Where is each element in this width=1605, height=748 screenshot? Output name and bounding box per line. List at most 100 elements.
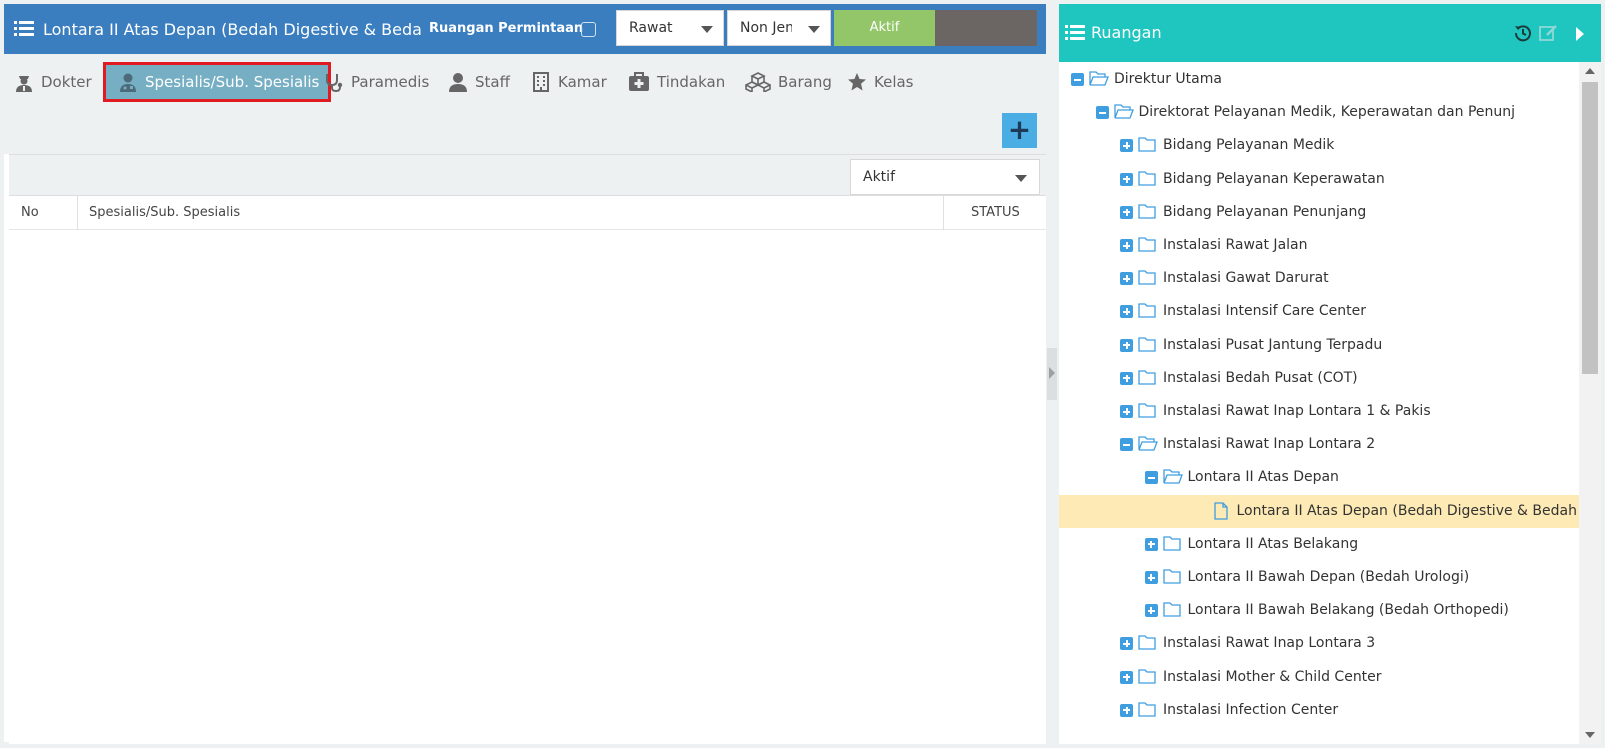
folder-icon: [1138, 270, 1156, 285]
tab-paramedis[interactable]: Paramedis: [324, 62, 429, 102]
tab-label: Kelas: [874, 73, 914, 91]
tree-node[interactable]: Lontara II Atas Belakang: [1059, 528, 1579, 561]
tree-node-label: Lontara II Atas Depan (Bedah Digestive &…: [1236, 502, 1580, 519]
tree-node[interactable]: Lontara II Atas Depan: [1059, 461, 1579, 494]
folder-icon: [1138, 303, 1156, 319]
collapse-icon[interactable]: [1120, 438, 1133, 452]
collapse-icon[interactable]: [1071, 73, 1084, 86]
tree-node[interactable]: Bidang Pelayanan Keperawatan: [1059, 163, 1579, 196]
chevron-down-icon: [1015, 175, 1027, 182]
status-filter-select[interactable]: Aktif: [850, 159, 1040, 195]
tree-node-label: Instalasi Pusat Jantung Terpadu: [1163, 336, 1383, 353]
tree-node[interactable]: Instalasi Rawat Jalan: [1059, 229, 1579, 262]
column-header-spesialis[interactable]: Spesialis/Sub. Spesialis: [89, 196, 240, 230]
ruangan-permintaan-checkbox[interactable]: [581, 22, 596, 37]
folder-icon: [1162, 602, 1181, 617]
ruangan-header: Ruangan: [1059, 4, 1601, 62]
tab-dokter[interactable]: Dokter: [14, 62, 92, 102]
tab-kamar[interactable]: Kamar: [531, 62, 607, 102]
expand-icon[interactable]: [1120, 371, 1133, 385]
tree-node[interactable]: Lontara II Atas Depan (Bedah Digestive &…: [1059, 494, 1580, 528]
scroll-up-icon[interactable]: [1585, 68, 1595, 74]
folder-open-icon: [1162, 469, 1183, 485]
tab-label: Dokter: [41, 73, 92, 91]
tree-node[interactable]: Instalasi Bedah Pusat (COT): [1059, 362, 1579, 395]
folder-icon: [1138, 237, 1156, 252]
tree-node[interactable]: Direktur Utama: [1059, 63, 1579, 96]
expand-icon[interactable]: [1144, 571, 1158, 584]
folder-icon: [1138, 137, 1156, 153]
tree-node-label: Direktorat Pelayanan Medik, Keperawatan …: [1138, 104, 1516, 121]
aktif-button[interactable]: Aktif: [834, 10, 935, 46]
tree-node[interactable]: Instalasi Intensif Care Center: [1059, 295, 1579, 328]
nonaktif-button[interactable]: [935, 10, 1037, 46]
expand-icon[interactable]: [1120, 272, 1133, 286]
expand-icon[interactable]: [1144, 537, 1158, 551]
play-icon[interactable]: [1576, 27, 1584, 41]
status-filter-value: Aktif: [863, 169, 895, 185]
tab-tindakan[interactable]: Tindakan: [628, 62, 725, 102]
tab-label: Staff: [475, 73, 510, 91]
tree-node[interactable]: Lontara II Bawah Belakang (Bedah Orthope…: [1059, 594, 1579, 627]
scroll-down-icon[interactable]: [1585, 732, 1595, 738]
tree-node[interactable]: Instalasi Rawat Inap Lontara 2: [1059, 428, 1579, 461]
scrollbar-thumb[interactable]: [1582, 82, 1598, 374]
tree-node[interactable]: Bidang Pelayanan Penunjang: [1059, 196, 1579, 229]
panel-header: Lontara II Atas Depan (Bedah Digestive &…: [4, 4, 1046, 54]
tab-barang[interactable]: Barang: [745, 62, 832, 102]
user-icon: [449, 73, 467, 92]
folder-icon: [1162, 569, 1181, 584]
expand-icon[interactable]: [1120, 637, 1133, 651]
tab-staff[interactable]: Staff: [448, 62, 510, 102]
tree-node[interactable]: Instalasi Pusat Jantung Terpadu: [1059, 329, 1579, 362]
folder-icon: [1138, 635, 1156, 651]
expand-icon[interactable]: [1120, 703, 1133, 717]
tree-node[interactable]: Instalasi Infection Center: [1059, 694, 1579, 727]
tree-node[interactable]: Instalasi Gawat Darurat: [1059, 262, 1579, 295]
expand-icon[interactable]: [1144, 604, 1158, 618]
tree-node-label: Lontara II Bawah Depan (Bedah Urologi): [1187, 569, 1470, 585]
collapse-icon[interactable]: [1095, 106, 1109, 120]
history-icon[interactable]: [1514, 24, 1532, 42]
tree-node-label: Instalasi Gawat Darurat: [1163, 270, 1329, 287]
expand-icon[interactable]: [1120, 139, 1133, 153]
expand-icon[interactable]: [1120, 172, 1133, 186]
edit-icon[interactable]: [1539, 24, 1559, 42]
tree-node[interactable]: Instalasi Rawat Inap Lontara 3: [1059, 627, 1579, 660]
tree-node-label: Instalasi Rawat Jalan: [1163, 237, 1308, 253]
tree-node[interactable]: Instalasi Rawat Inap Lontara 1 & Pakis: [1059, 395, 1579, 428]
column-header-status[interactable]: STATUS: [971, 196, 1020, 230]
add-button[interactable]: +: [1002, 113, 1037, 148]
collapse-icon[interactable]: [1144, 471, 1158, 485]
tree-node-label: Bidang Pelayanan Medik: [1163, 137, 1335, 154]
ruangan-tree: Direktur Utama Direktorat Pelayanan Medik…: [1059, 62, 1579, 744]
tree-node-label: Instalasi Rawat Inap Lontara 2: [1163, 436, 1376, 453]
tree-node[interactable]: Instalasi Mother & Child Center: [1059, 661, 1579, 694]
expand-icon[interactable]: [1120, 670, 1133, 684]
folder-open-icon: [1089, 71, 1109, 86]
page-title: Lontara II Atas Depan (Bedah Digestive &…: [43, 20, 421, 39]
file-icon: [1213, 501, 1228, 520]
folder-open-icon: [1113, 104, 1134, 119]
expand-icon[interactable]: [1120, 338, 1133, 352]
folder-icon: [1138, 668, 1156, 684]
tree-node[interactable]: Bidang Pelayanan Medik: [1059, 129, 1579, 162]
tab-spesialis[interactable]: Spesialis/Sub. Spesialis: [103, 62, 332, 102]
left-panel: Lontara II Atas Depan (Bedah Digestive &…: [4, 4, 1046, 744]
folder-icon: [1138, 403, 1156, 418]
jenis-select[interactable]: Non Jenis: [727, 10, 831, 46]
expand-icon[interactable]: [1120, 405, 1133, 418]
list-icon: [1065, 25, 1085, 40]
tree-node[interactable]: Direktorat Pelayanan Medik, Keperawatan …: [1059, 96, 1579, 129]
expand-icon[interactable]: [1120, 239, 1133, 252]
tab-kelas[interactable]: Kelas: [847, 62, 914, 102]
building-icon: [533, 72, 549, 92]
tree-node[interactable]: Lontara II Bawah Depan (Bedah Urologi): [1059, 561, 1579, 594]
table-header: No Spesialis/Sub. Spesialis STATUS: [9, 196, 1046, 230]
tab-label: Spesialis/Sub. Spesialis: [145, 73, 320, 91]
rawat-select[interactable]: Rawat: [616, 10, 724, 46]
ruangan-title: Ruangan: [1091, 23, 1162, 42]
column-header-no[interactable]: No: [21, 196, 39, 230]
expand-icon[interactable]: [1120, 305, 1133, 319]
expand-icon[interactable]: [1120, 205, 1133, 219]
